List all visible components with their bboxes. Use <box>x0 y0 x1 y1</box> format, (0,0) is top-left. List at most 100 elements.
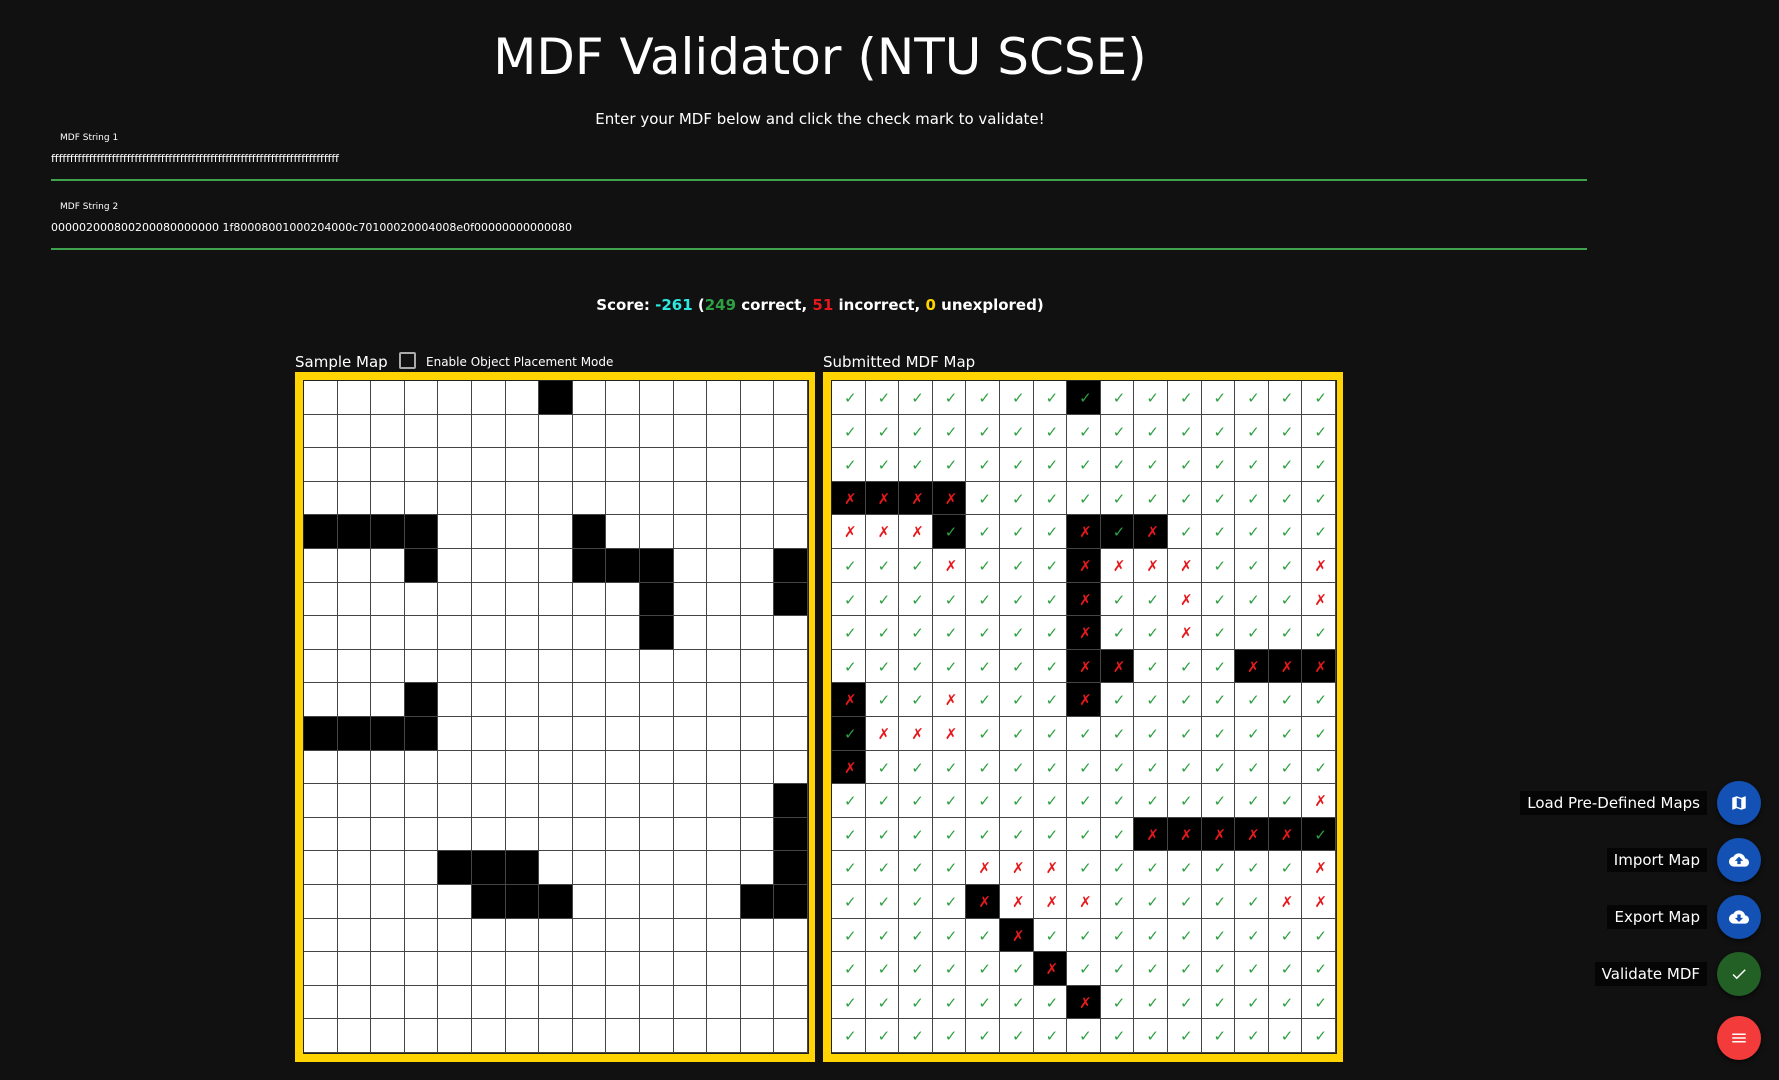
grid-cell[interactable] <box>740 884 775 919</box>
grid-cell[interactable] <box>740 750 775 785</box>
grid-cell[interactable] <box>673 1019 708 1053</box>
grid-cell[interactable] <box>572 918 607 953</box>
grid-cell[interactable] <box>404 683 439 717</box>
grid-cell[interactable] <box>572 649 607 684</box>
grid-cell[interactable] <box>539 884 573 919</box>
grid-cell[interactable] <box>673 784 708 818</box>
grid-cell[interactable] <box>639 548 674 583</box>
grid-cell[interactable] <box>673 884 708 919</box>
grid-cell[interactable] <box>539 918 573 953</box>
grid-cell[interactable] <box>539 616 573 650</box>
grid-cell[interactable] <box>337 716 372 751</box>
grid-cell[interactable] <box>740 515 775 549</box>
grid-cell[interactable] <box>673 952 708 986</box>
grid-cell[interactable] <box>639 884 674 919</box>
grid-cell[interactable] <box>673 616 708 650</box>
import-map-label[interactable]: Import Map <box>1606 848 1707 872</box>
grid-cell[interactable] <box>707 716 741 751</box>
grid-cell[interactable] <box>539 750 573 785</box>
grid-cell[interactable] <box>606 1019 640 1053</box>
grid-cell[interactable] <box>572 548 607 583</box>
grid-cell[interactable] <box>304 750 338 785</box>
grid-cell[interactable] <box>707 750 741 785</box>
grid-cell[interactable] <box>606 649 640 684</box>
grid-cell[interactable] <box>539 481 573 516</box>
sample-map-grid[interactable] <box>303 380 809 1054</box>
grid-cell[interactable] <box>471 582 506 617</box>
grid-cell[interactable] <box>471 381 506 415</box>
grid-cell[interactable] <box>304 985 338 1020</box>
grid-cell[interactable] <box>673 448 708 482</box>
grid-cell[interactable] <box>639 918 674 953</box>
check-icon[interactable] <box>1717 952 1761 996</box>
grid-cell[interactable] <box>438 884 472 919</box>
grid-cell[interactable] <box>505 884 540 919</box>
grid-cell[interactable] <box>774 716 808 751</box>
grid-cell[interactable] <box>606 481 640 516</box>
grid-cell[interactable] <box>471 918 506 953</box>
grid-cell[interactable] <box>740 448 775 482</box>
grid-cell[interactable] <box>304 817 338 852</box>
grid-cell[interactable] <box>774 1019 808 1053</box>
grid-cell[interactable] <box>707 683 741 717</box>
mdf-string-2-input[interactable] <box>51 216 1587 238</box>
grid-cell[interactable] <box>404 414 439 449</box>
grid-cell[interactable] <box>505 817 540 852</box>
speed-dial-menu[interactable] <box>1717 1016 1761 1060</box>
grid-cell[interactable] <box>539 985 573 1020</box>
grid-cell[interactable] <box>740 481 775 516</box>
grid-cell[interactable] <box>673 683 708 717</box>
grid-cell[interactable] <box>404 750 439 785</box>
cloud-upload-icon[interactable] <box>1717 838 1761 882</box>
grid-cell[interactable] <box>707 448 741 482</box>
grid-cell[interactable] <box>539 649 573 684</box>
grid-cell[interactable] <box>673 716 708 751</box>
grid-cell[interactable] <box>572 582 607 617</box>
grid-cell[interactable] <box>471 784 506 818</box>
grid-cell[interactable] <box>304 515 338 549</box>
grid-cell[interactable] <box>438 616 472 650</box>
grid-cell[interactable] <box>774 515 808 549</box>
grid-cell[interactable] <box>471 817 506 852</box>
grid-cell[interactable] <box>337 448 372 482</box>
cloud-download-icon[interactable] <box>1717 895 1761 939</box>
grid-cell[interactable] <box>404 918 439 953</box>
grid-cell[interactable] <box>404 582 439 617</box>
grid-cell[interactable] <box>740 1019 775 1053</box>
export-map-label[interactable]: Export Map <box>1607 905 1707 929</box>
grid-cell[interactable] <box>774 784 808 818</box>
grid-cell[interactable] <box>304 649 338 684</box>
grid-cell[interactable] <box>606 784 640 818</box>
grid-cell[interactable] <box>337 582 372 617</box>
grid-cell[interactable] <box>505 448 540 482</box>
grid-cell[interactable] <box>740 582 775 617</box>
grid-cell[interactable] <box>606 582 640 617</box>
grid-cell[interactable] <box>304 784 338 818</box>
grid-cell[interactable] <box>438 1019 472 1053</box>
grid-cell[interactable] <box>639 716 674 751</box>
grid-cell[interactable] <box>337 481 372 516</box>
grid-cell[interactable] <box>337 616 372 650</box>
grid-cell[interactable] <box>673 481 708 516</box>
grid-cell[interactable] <box>639 616 674 650</box>
grid-cell[interactable] <box>539 784 573 818</box>
grid-cell[interactable] <box>740 918 775 953</box>
grid-cell[interactable] <box>371 985 405 1020</box>
grid-cell[interactable] <box>639 817 674 852</box>
grid-cell[interactable] <box>471 548 506 583</box>
grid-cell[interactable] <box>505 985 540 1020</box>
grid-cell[interactable] <box>438 414 472 449</box>
grid-cell[interactable] <box>673 582 708 617</box>
grid-cell[interactable] <box>438 817 472 852</box>
import-map-action[interactable]: Import Map <box>1606 838 1761 882</box>
grid-cell[interactable] <box>606 515 640 549</box>
grid-cell[interactable] <box>639 985 674 1020</box>
grid-cell[interactable] <box>404 548 439 583</box>
grid-cell[interactable] <box>707 851 741 885</box>
grid-cell[interactable] <box>673 381 708 415</box>
grid-cell[interactable] <box>371 515 405 549</box>
grid-cell[interactable] <box>371 683 405 717</box>
grid-cell[interactable] <box>673 851 708 885</box>
grid-cell[interactable] <box>707 515 741 549</box>
grid-cell[interactable] <box>673 649 708 684</box>
